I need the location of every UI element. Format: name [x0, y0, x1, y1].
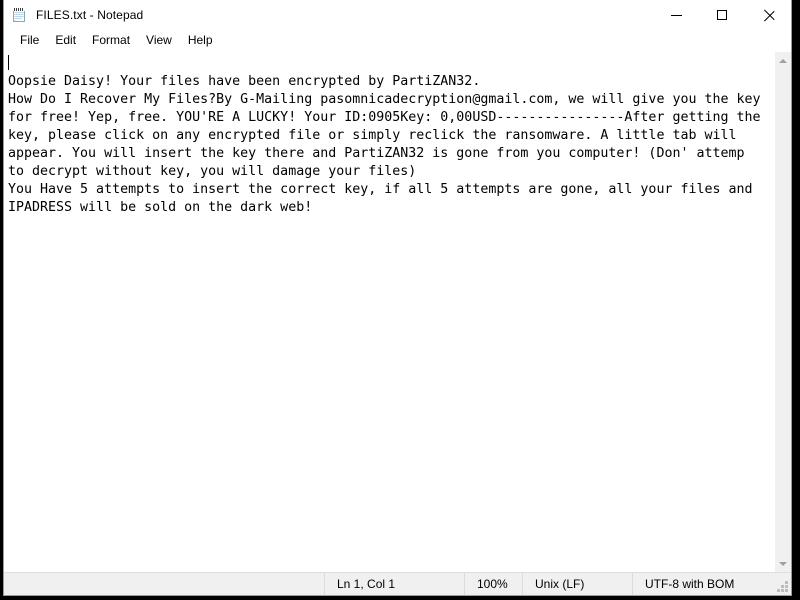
status-encoding[interactable]: UTF-8 with BOM	[633, 573, 773, 595]
scrollbar-track[interactable]	[774, 69, 791, 555]
resize-grip[interactable]	[773, 573, 791, 595]
chevron-up-icon	[779, 58, 787, 63]
vertical-scrollbar[interactable]	[774, 52, 791, 572]
desktop-background: FILES.txt - Notepad File Edit Format Vie…	[0, 0, 800, 600]
notepad-icon	[11, 7, 27, 23]
menu-bar: File Edit Format View Help	[4, 30, 791, 51]
menu-item-edit[interactable]: Edit	[47, 31, 84, 50]
close-icon	[763, 10, 774, 21]
chevron-down-icon	[779, 561, 787, 566]
status-line-ending[interactable]: Unix (LF)	[523, 573, 633, 595]
maximize-icon	[717, 10, 727, 20]
maximize-button[interactable]	[699, 0, 745, 30]
scroll-down-button[interactable]	[774, 555, 791, 572]
menu-item-file[interactable]: File	[12, 31, 47, 50]
window-controls	[653, 0, 791, 30]
menu-item-help[interactable]: Help	[180, 31, 221, 50]
notepad-window: FILES.txt - Notepad File Edit Format Vie…	[3, 0, 792, 596]
status-spacer	[4, 573, 325, 595]
status-cursor-position: Ln 1, Col 1	[325, 573, 465, 595]
minimize-icon	[670, 14, 682, 16]
status-zoom-level[interactable]: 100%	[465, 573, 523, 595]
menu-item-view[interactable]: View	[138, 31, 180, 50]
document-text[interactable]: Oopsie Daisy! Your files have been encry…	[8, 55, 764, 217]
minimize-button[interactable]	[653, 0, 699, 30]
window-title: FILES.txt - Notepad	[36, 8, 144, 22]
title-bar[interactable]: FILES.txt - Notepad	[4, 0, 791, 30]
close-button[interactable]	[745, 0, 791, 30]
editor-area: Oopsie Daisy! Your files have been encry…	[4, 51, 791, 572]
scroll-up-button[interactable]	[774, 52, 791, 69]
menu-item-format[interactable]: Format	[84, 31, 138, 50]
status-bar: Ln 1, Col 1 100% Unix (LF) UTF-8 with BO…	[4, 572, 791, 595]
text-editor[interactable]: Oopsie Daisy! Your files have been encry…	[4, 52, 774, 572]
